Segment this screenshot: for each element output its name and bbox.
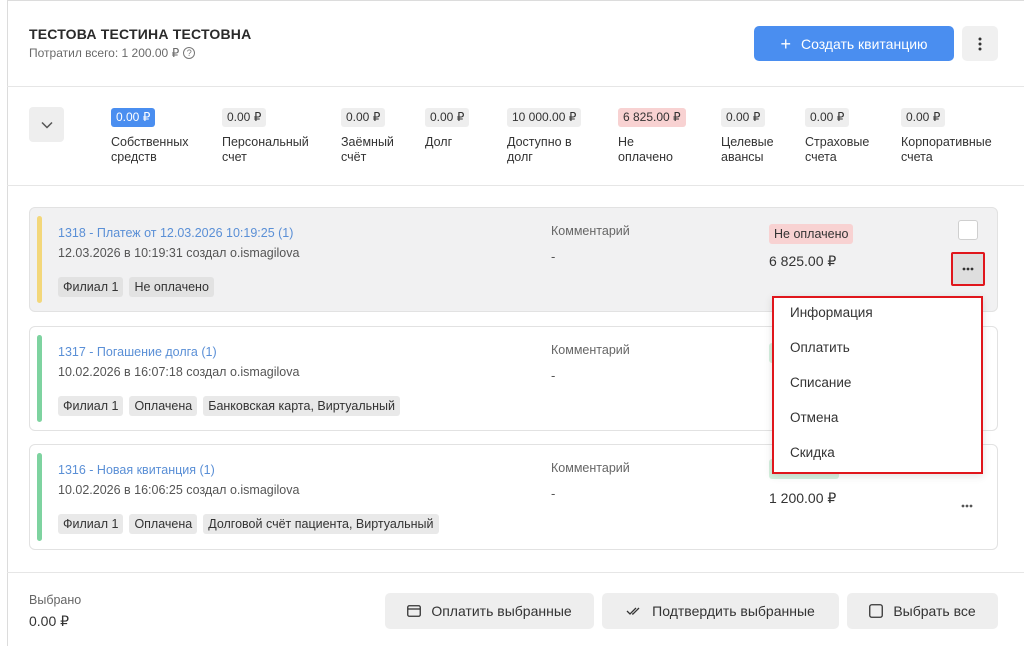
select-all-label: Выбрать все [893,603,976,619]
balance-amount: 0.00 ₽ [111,108,156,127]
balance-label: Заёмный счёт [341,135,394,164]
receipt-title-link[interactable]: 1316 - Новая квитанция (1) [58,463,215,477]
receipt-more-button[interactable] [951,252,985,286]
receipt-tags: Филиал 1 Оплачена Долговой счёт пациента… [58,514,439,534]
help-icon[interactable]: ? [183,47,196,59]
balance-amount: 0.00 ₽ [805,108,850,127]
create-receipt-button[interactable]: + Создать квитанцию [754,26,954,61]
balance-label: Персональный счет [222,135,309,164]
comment-label: Комментарий [551,343,630,357]
receipt-meta: 12.03.2026 в 10:19:31 создал o.ismagilov… [58,246,300,260]
receipt-amount: 1 200.00 ₽ [769,490,837,506]
menu-item-cancel[interactable]: Отмена [774,403,981,438]
balance-target-advances: 0.00 ₽ Целевые авансы [721,108,774,165]
balance-amount: 0.00 ₽ [721,108,766,127]
confirm-selected-button[interactable]: Подтвердить выбранные [602,593,839,629]
receipt-amount: 6 825.00 ₽ [769,253,837,269]
card-icon [407,605,422,617]
receipt-tags: Филиал 1 Оплачена Банковская карта, Вирт… [58,396,400,416]
receipt-meta: 10.02.2026 в 16:07:18 создал o.ismagilov… [58,365,300,379]
receipt-title-link[interactable]: 1318 - Платеж от 12.03.2026 10:19:25 (1) [58,226,293,240]
header-more-button[interactable] [962,26,998,61]
menu-item-pay[interactable]: Оплатить [774,333,981,368]
comment-label: Комментарий [551,224,630,238]
balance-amount: 0.00 ₽ [425,108,470,127]
tag-payment-method: Банковская карта, Виртуальный [203,396,400,416]
tag-status: Оплачена [129,514,198,534]
balance-amount: 0.00 ₽ [222,108,267,127]
collapse-balances-button[interactable] [29,107,64,142]
horizontal-dots-icon [962,267,974,271]
menu-item-info[interactable]: Информация [774,298,981,333]
balance-debt: 0.00 ₽ Долг [425,108,470,150]
tag-branch: Филиал 1 [58,514,124,534]
vertical-dots-icon [978,37,982,50]
status-bar [37,453,42,541]
chevron-down-icon [40,121,53,129]
spent-total: Потратил всего: 1 200.00 ₽ ? [29,46,196,60]
menu-item-discount[interactable]: Скидка [774,438,981,473]
select-all-button[interactable]: Выбрать все [847,593,998,629]
status-bar [37,216,42,303]
status-bar [37,335,42,422]
balance-available-credit: 10 000.00 ₽ Доступно в долг [507,108,582,165]
receipt-meta: 10.02.2026 в 16:06:25 создал o.ismagilov… [58,483,300,497]
tag-branch: Филиал 1 [58,396,124,416]
balance-label: Собственных средств [111,135,189,164]
balance-amount: 10 000.00 ₽ [507,108,582,127]
double-check-icon [626,607,640,615]
balance-label: Долг [425,135,453,149]
balance-corporate-accounts: 0.00 ₽ Корпоративные счета [901,108,992,165]
balance-label: Целевые авансы [721,135,774,164]
balance-label: Страховые счета [805,135,870,164]
receipt-actions-menu: Информация Оплатить Списание Отмена Скид… [772,296,983,474]
balance-label: Корпоративные счета [901,135,992,164]
balance-own-funds: 0.00 ₽ Собственных средств [111,108,188,165]
menu-item-write-off[interactable]: Списание [774,368,981,403]
receipt-tags: Филиал 1 Не оплачено [58,277,214,297]
create-receipt-label: Создать квитанцию [800,35,928,52]
pay-selected-button[interactable]: Оплатить выбранные [385,593,594,629]
checkbox-icon [869,604,884,618]
pay-selected-label: Оплатить выбранные [431,603,572,619]
tag-status: Оплачена [129,396,198,416]
client-name: ТЕСТОВА ТЕСТИНА ТЕСТОВНА [29,26,252,42]
comment-value: - [551,249,556,264]
receipt-more-button[interactable] [950,489,984,523]
balance-amount: 6 825.00 ₽ [618,108,686,127]
tag-branch: Филиал 1 [58,277,124,297]
tag-payment-method: Долговой счёт пациента, Виртуальный [203,514,439,534]
balance-loan-account: 0.00 ₽ Заёмный счёт [341,108,394,165]
footer-divider [7,572,1024,573]
balance-amount: 0.00 ₽ [341,108,386,127]
selected-total: 0.00 ₽ [29,613,70,629]
comment-value: - [551,368,556,383]
balances-divider [7,185,1024,186]
horizontal-dots-icon [961,504,973,508]
comment-value: - [551,486,556,501]
header-divider [7,86,1024,87]
tag-status: Не оплачено [129,277,214,297]
balance-unpaid: 6 825.00 ₽ Не оплачено [618,108,686,165]
balance-label: Доступно в долг [507,135,572,164]
plus-icon: + [780,33,791,54]
balance-label: Не оплачено [618,135,674,164]
balance-amount: 0.00 ₽ [901,108,946,127]
balance-personal-account: 0.00 ₽ Персональный счет [222,108,309,165]
comment-label: Комментарий [551,461,630,475]
receipt-checkbox[interactable] [958,220,978,240]
confirm-selected-label: Подтвердить выбранные [652,603,815,619]
status-badge: Не оплачено [769,224,854,244]
selected-label: Выбрано [29,593,82,607]
receipt-title-link[interactable]: 1317 - Погашение долга (1) [58,345,217,359]
balance-insurance-accounts: 0.00 ₽ Страховые счета [805,108,869,165]
spent-total-text: Потратил всего: 1 200.00 ₽ [29,46,180,60]
